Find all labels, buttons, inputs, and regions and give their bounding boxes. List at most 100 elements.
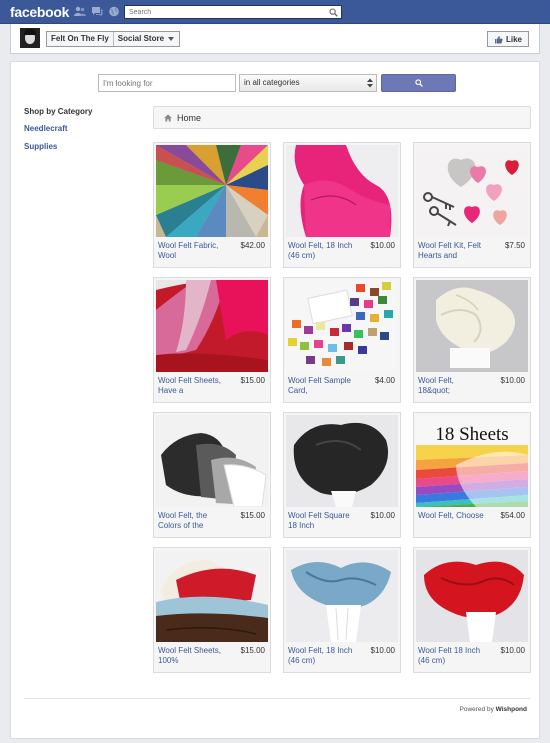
product-price: $15.00	[240, 511, 265, 520]
sidebar-item-supplies[interactable]: Supplies	[24, 142, 134, 151]
product-image[interactable]	[156, 145, 268, 237]
product-price: $15.00	[240, 376, 265, 385]
product-title[interactable]: Wool Felt, 18 Inch (46 cm)	[288, 646, 354, 665]
page-header: Felt On The Fly Social Store Like	[10, 24, 540, 54]
powered-by-text: Powered by	[459, 706, 494, 713]
product-title[interactable]: Wool Felt Fabric, Wool	[158, 241, 224, 260]
rainbow-sheets-image: 18 Sheets	[416, 415, 528, 507]
product-title[interactable]: Wool Felt, 18 Inch (46 cm)	[288, 241, 354, 260]
facebook-logo[interactable]: facebook	[10, 4, 69, 20]
product-card[interactable]: Wool Felt Sheets, 100% $15.00	[153, 547, 271, 673]
product-title[interactable]: Wool Felt Sample Card,	[288, 376, 354, 395]
breadcrumb-home-link[interactable]: Home	[177, 113, 201, 123]
product-image[interactable]: 18 Sheets	[416, 415, 528, 507]
sidebar-heading: Shop by Category	[24, 107, 93, 116]
category-sidebar: Shop by Category Needlecraft Supplies	[24, 107, 134, 160]
product-price: $54.00	[500, 511, 525, 520]
pink-felt-image	[286, 145, 398, 237]
product-image[interactable]	[156, 550, 268, 642]
product-price: $10.00	[500, 646, 525, 655]
search-icon[interactable]	[329, 8, 338, 17]
powered-by-footer: Powered by Wishpond	[460, 706, 528, 713]
like-button[interactable]: Like	[487, 31, 529, 47]
product-image[interactable]	[286, 550, 398, 642]
messages-icon[interactable]	[91, 6, 103, 17]
product-card[interactable]: Wool Felt 18 Inch (46 cm) $10.00	[413, 547, 531, 673]
product-image[interactable]	[156, 415, 268, 507]
red-felt-image	[416, 550, 528, 642]
felt-hearts-image	[416, 145, 528, 237]
store-canvas: in all categories Shop by Category Needl…	[10, 61, 540, 739]
product-title[interactable]: Wool Felt, 18&quot;	[418, 376, 484, 395]
cream-felt-image	[416, 280, 528, 372]
sample-card-image	[286, 280, 398, 372]
product-title[interactable]: Wool Felt Sheets, 100%	[158, 646, 224, 665]
product-price: $10.00	[500, 376, 525, 385]
avatar-hair	[24, 29, 36, 35]
page-name-link[interactable]: Felt On The Fly	[47, 32, 113, 46]
mixed-sheets-image	[156, 550, 268, 642]
product-price: $7.50	[504, 241, 525, 250]
product-price: $10.00	[370, 241, 395, 250]
product-price: $10.00	[370, 511, 395, 520]
sheets-overlay-text: 18 Sheets	[435, 424, 508, 445]
product-search-input[interactable]	[98, 74, 236, 92]
facebook-top-bar: facebook	[0, 0, 550, 24]
product-image[interactable]	[156, 280, 268, 372]
category-select-value: in all categories	[244, 78, 300, 87]
product-price: $42.00	[240, 241, 265, 250]
home-icon	[164, 114, 172, 121]
friend-requests-icon[interactable]	[74, 6, 86, 17]
neutral-felt-image	[156, 415, 268, 507]
black-felt-image	[286, 415, 398, 507]
product-title[interactable]: Wool Felt, Choose	[418, 511, 484, 530]
breadcrumb-bar: Home	[153, 106, 531, 129]
select-arrows-icon	[367, 78, 373, 88]
page-breadcrumb: Felt On The Fly Social Store	[46, 31, 181, 47]
product-image[interactable]	[416, 145, 528, 237]
product-price: $4.00	[374, 376, 395, 385]
chevron-down-icon[interactable]	[168, 37, 175, 41]
notifications-globe-icon[interactable]	[108, 6, 120, 17]
product-card[interactable]: Wool Felt, 18 Inch (46 cm) $10.00	[283, 142, 401, 268]
like-label: Like	[505, 34, 522, 44]
tab-name-dropdown[interactable]: Social Store	[114, 32, 168, 46]
product-title[interactable]: Wool Felt Kit, Felt Hearts and	[418, 241, 484, 260]
page-avatar[interactable]	[20, 28, 40, 48]
product-card[interactable]: Wool Felt, the Colors of the $15.00	[153, 412, 271, 538]
product-card[interactable]: Wool Felt Sample Card, $4.00	[283, 277, 401, 403]
product-price: $15.00	[240, 646, 265, 655]
product-image[interactable]	[286, 280, 398, 372]
search-submit-button[interactable]	[381, 74, 456, 92]
facebook-search-box	[124, 5, 342, 19]
felt-sheets-image	[156, 280, 268, 372]
product-image[interactable]	[286, 415, 398, 507]
product-card[interactable]: Wool Felt Kit, Felt Hearts and $7.50	[413, 142, 531, 268]
felt-fan-image	[156, 145, 268, 237]
thumbs-up-icon	[494, 35, 503, 43]
footer-divider	[24, 698, 530, 699]
provider-link[interactable]: Wishpond	[496, 706, 527, 713]
product-title[interactable]: Wool Felt, the Colors of the	[158, 511, 224, 530]
store-search-row: in all categories	[98, 74, 456, 92]
product-card[interactable]: Wool Felt Fabric, Wool $42.00	[153, 142, 271, 268]
blue-felt-image	[286, 550, 398, 642]
category-select[interactable]: in all categories	[239, 74, 377, 92]
product-title[interactable]: Wool Felt Square 18 Inch	[288, 511, 354, 530]
product-image[interactable]	[286, 145, 398, 237]
product-title[interactable]: Wool Felt 18 Inch (46 cm)	[418, 646, 484, 665]
product-card[interactable]: 18 Sheets Wool Felt, Choose $54.00	[413, 412, 531, 538]
sidebar-item-needlecraft[interactable]: Needlecraft	[24, 124, 134, 133]
search-icon	[414, 79, 423, 87]
product-card[interactable]: Wool Felt Sheets, Have a $15.00	[153, 277, 271, 403]
product-title[interactable]: Wool Felt Sheets, Have a	[158, 376, 224, 395]
facebook-search-input[interactable]	[125, 6, 325, 19]
notification-icons	[74, 6, 120, 17]
product-grid: Wool Felt Fabric, Wool $42.00 Wool Felt,…	[153, 142, 533, 673]
product-image[interactable]	[416, 280, 528, 372]
product-card[interactable]: Wool Felt, 18&quot; $10.00	[413, 277, 531, 403]
product-image[interactable]	[416, 550, 528, 642]
product-price: $10.00	[370, 646, 395, 655]
product-card[interactable]: Wool Felt, 18 Inch (46 cm) $10.00	[283, 547, 401, 673]
product-card[interactable]: Wool Felt Square 18 Inch $10.00	[283, 412, 401, 538]
